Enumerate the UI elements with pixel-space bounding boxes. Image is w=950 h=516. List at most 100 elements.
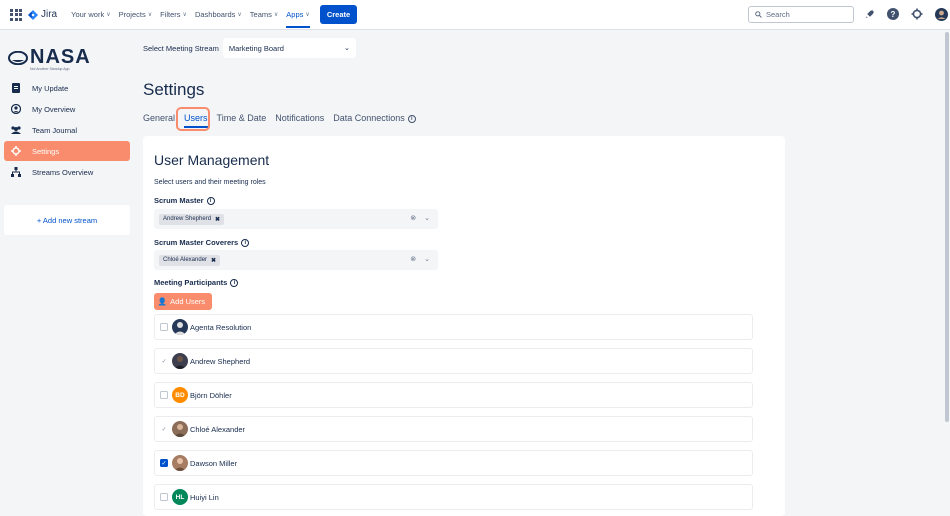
user-checkbox[interactable] <box>160 391 168 399</box>
chevron-down-icon: ⌄ <box>344 45 350 52</box>
profile-avatar[interactable] <box>934 7 948 21</box>
sidebar-item-team-journal[interactable]: Team Journal <box>4 120 130 140</box>
chevron-down-icon[interactable]: ⌄ <box>424 255 430 263</box>
avatar <box>172 353 188 369</box>
nav-projects[interactable]: Projects ∨ <box>119 0 153 30</box>
user-management-card: User Management Select users and their m… <box>143 136 785 516</box>
selected-user-chip: Andrew Shepherd ✖ <box>159 213 225 225</box>
sidebar-item-label: Settings <box>32 146 60 156</box>
stream-select-dropdown[interactable]: Marketing Board ⌄ <box>222 38 356 58</box>
nav-apps[interactable]: Apps ∨ <box>286 0 310 30</box>
sidebar-item-label: My Overview <box>32 104 76 114</box>
chip-label: Andrew Shepherd <box>163 216 212 222</box>
sidebar-item-label: My Update <box>32 83 69 93</box>
active-tab-highlight <box>176 107 210 131</box>
nav-dashboards[interactable]: Dashboards ∨ <box>195 0 242 30</box>
sidebar: NASA Not Another Standup App My Update M… <box>0 30 136 516</box>
nav-filters-label: Filters <box>160 10 181 19</box>
notifications-icon[interactable] <box>862 7 876 21</box>
stream-selector-label: Select Meeting Stream <box>143 43 219 53</box>
app-switcher-icon[interactable] <box>10 8 22 21</box>
page-scrollbar[interactable] <box>945 32 949 422</box>
tab-notifications[interactable]: Notifications <box>275 110 324 126</box>
clear-icon[interactable]: ⊗ <box>410 255 416 263</box>
scrum-master-label-text: Scrum Master <box>154 196 204 205</box>
nav-teams[interactable]: Teams ∨ <box>250 0 279 30</box>
remove-chip-icon[interactable]: ✖ <box>215 216 220 223</box>
info-icon: i <box>206 196 215 205</box>
sidebar-item-settings[interactable]: Settings <box>4 141 130 161</box>
user-row[interactable]: ✓ Andrew Shepherd <box>154 348 753 374</box>
info-icon: i <box>407 114 416 123</box>
user-checkbox[interactable] <box>160 493 168 501</box>
logo-text: NASA <box>30 46 91 68</box>
nav-dashboards-label: Dashboards <box>194 10 236 19</box>
coverers-label: Scrum Master Coverers i <box>154 238 250 247</box>
user-name: Agenta Resolution <box>190 322 252 332</box>
search-placeholder: Search <box>766 10 790 19</box>
tab-general[interactable]: General <box>143 110 175 126</box>
user-checkbox[interactable]: ✓ <box>160 425 168 433</box>
avatar: BD <box>172 387 188 403</box>
selected-user-chip: Chloé Alexander ✖ <box>159 254 221 266</box>
user-row[interactable]: BD Björn Döhler <box>154 382 753 408</box>
participants-label: Meeting Participants i <box>154 278 239 287</box>
nav-filters[interactable]: Filters ∨ <box>160 0 187 30</box>
tab-data-connections[interactable]: Data Connections i <box>333 110 416 126</box>
avatar <box>172 421 188 437</box>
sidebar-item-label: Team Journal <box>32 125 78 135</box>
jira-icon <box>28 9 38 20</box>
avatar: HL <box>172 489 188 505</box>
scrum-master-label: Scrum Master i <box>154 196 215 205</box>
team-icon <box>10 125 22 135</box>
chevron-down-icon: ∨ <box>237 12 242 18</box>
clear-icon[interactable]: ⊗ <box>410 214 416 222</box>
gear-icon <box>10 146 22 156</box>
user-name: Dawson Miller <box>190 458 238 468</box>
search-input[interactable]: Search <box>748 6 854 23</box>
user-checkbox[interactable]: ✓ <box>160 357 168 365</box>
avatar <box>172 455 188 471</box>
add-user-icon: 👤 <box>157 297 168 306</box>
page-title: Settings <box>143 80 205 99</box>
nav-your-work[interactable]: Your work ∨ <box>71 0 110 30</box>
stream-select-value: Marketing Board <box>228 43 284 53</box>
sidebar-item-label: Streams Overview <box>32 167 94 177</box>
sidebar-item-my-update[interactable]: My Update <box>4 78 130 98</box>
chevron-down-icon: ∨ <box>182 12 187 18</box>
user-name: Björn Döhler <box>190 390 232 400</box>
chip-label: Chloé Alexander <box>163 257 208 263</box>
coverers-select[interactable]: Chloé Alexander ✖ ⊗ ⌄ <box>154 250 438 270</box>
remove-chip-icon[interactable]: ✖ <box>211 257 216 264</box>
add-users-button[interactable]: 👤 Add Users <box>154 293 212 310</box>
astronaut-helmet-icon <box>8 50 28 65</box>
chevron-down-icon[interactable]: ⌄ <box>424 214 430 222</box>
user-name: Huiyi Lin <box>190 492 219 502</box>
user-row[interactable]: HL Huiyi Lin <box>154 484 753 510</box>
coverers-label-text: Scrum Master Coverers <box>154 238 239 247</box>
create-button[interactable]: Create <box>319 5 358 24</box>
help-icon[interactable]: ? <box>886 7 900 21</box>
document-icon <box>10 83 22 93</box>
settings-gear-icon[interactable] <box>910 7 924 21</box>
section-title: User Management <box>154 152 270 168</box>
user-checkbox[interactable]: ✓ <box>160 459 168 467</box>
section-subtitle: Select users and their meeting roles <box>154 179 266 186</box>
top-navigation: Jira Your work ∨ Projects ∨ Filters ∨ Dashb… <box>0 0 950 30</box>
nasa-logo[interactable]: NASA Not Another Standup App <box>8 46 91 71</box>
user-row[interactable]: ✓ Chloé Alexander <box>154 416 753 442</box>
jira-logo[interactable]: Jira <box>28 9 57 20</box>
user-row[interactable]: Agenta Resolution <box>154 314 753 340</box>
user-checkbox[interactable] <box>160 323 168 331</box>
nav-projects-label: Projects <box>118 10 146 19</box>
user-row[interactable]: ✓ Dawson Miller <box>154 450 753 476</box>
add-stream-button[interactable]: + Add new stream <box>4 205 130 235</box>
chevron-down-icon: ∨ <box>305 12 310 18</box>
user-name: Andrew Shepherd <box>190 356 251 366</box>
sidebar-item-my-overview[interactable]: My Overview <box>4 99 130 119</box>
tab-time-date[interactable]: Time & Date <box>217 110 267 126</box>
scrum-master-select[interactable]: Andrew Shepherd ✖ ⊗ ⌄ <box>154 209 438 229</box>
sidebar-item-streams-overview[interactable]: Streams Overview <box>4 162 130 182</box>
nav-teams-label: Teams <box>249 10 272 19</box>
nav-apps-label: Apps <box>286 10 304 19</box>
